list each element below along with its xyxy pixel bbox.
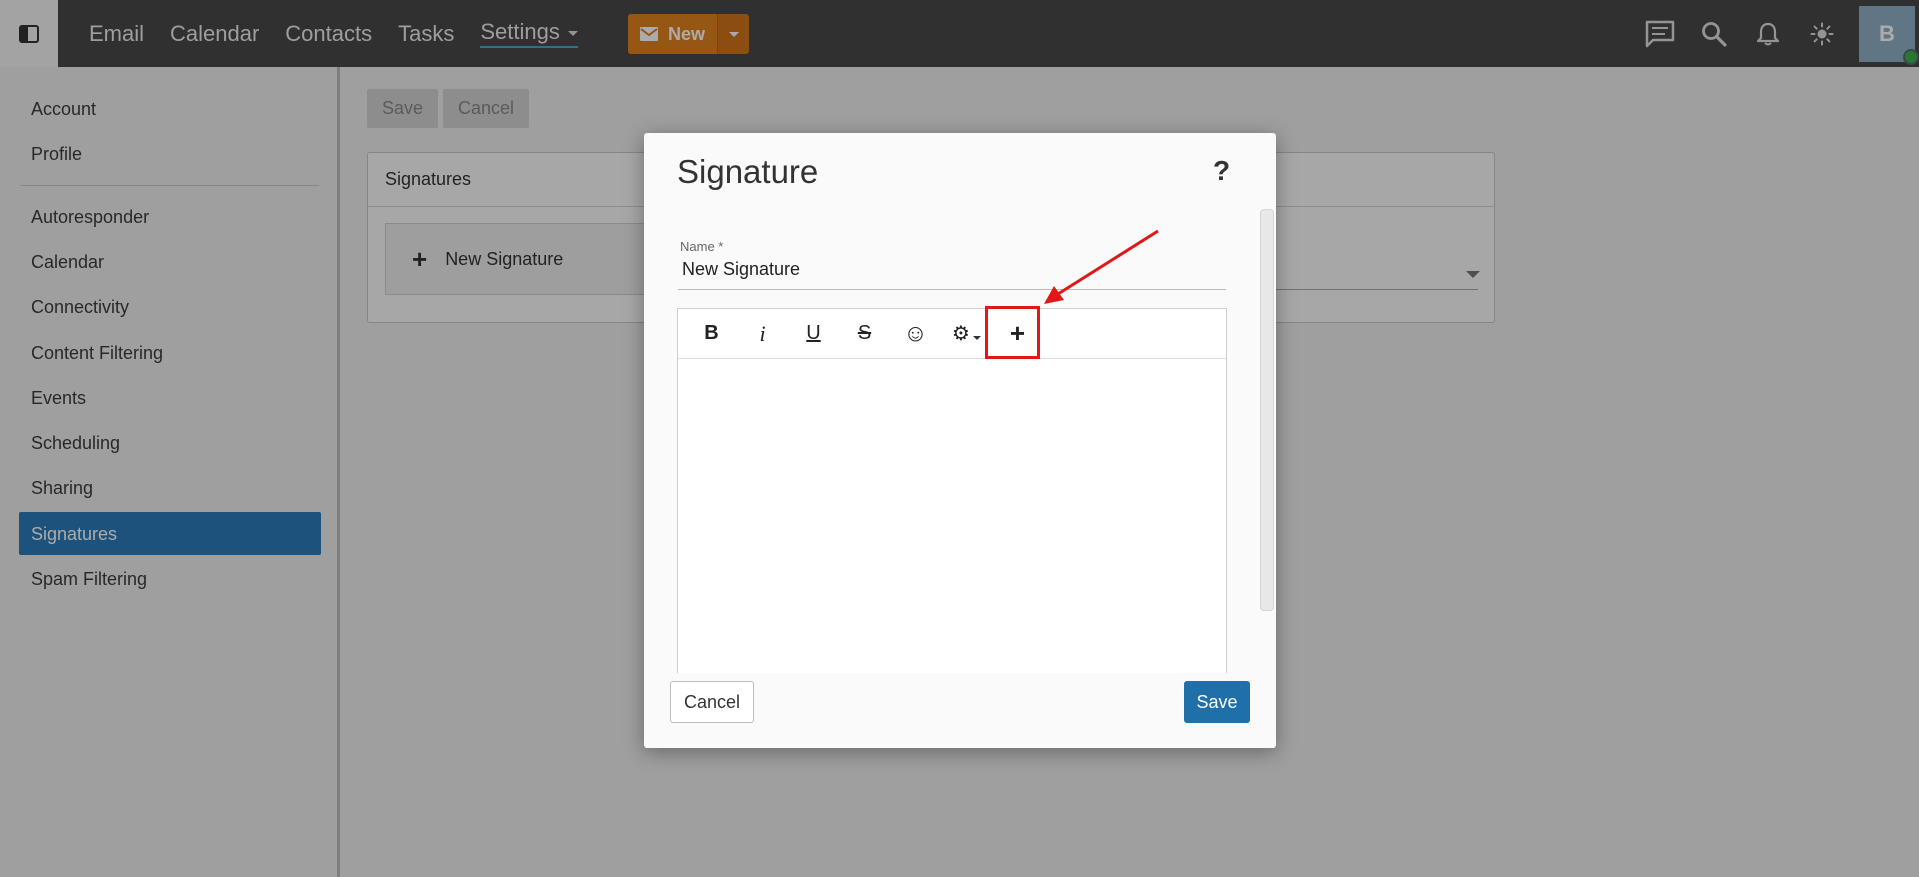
name-input[interactable]: New Signature — [682, 259, 800, 280]
dialog-cancel-button[interactable]: Cancel — [670, 681, 754, 723]
italic-button[interactable]: i — [737, 314, 788, 354]
annotation-highlight-box — [985, 306, 1040, 359]
bold-button[interactable]: B — [686, 314, 737, 354]
signature-editor: B i U S ☺ ⚙ + — [677, 308, 1227, 673]
strikethrough-button[interactable]: S — [839, 314, 890, 354]
dialog-scrollbar[interactable] — [1260, 209, 1274, 611]
dialog-save-button[interactable]: Save — [1184, 681, 1250, 723]
emoji-button[interactable]: ☺ — [890, 314, 941, 354]
underline-button[interactable]: U — [788, 314, 839, 354]
editor-body[interactable] — [678, 359, 1226, 673]
annotation-arrow-icon — [1044, 229, 1159, 304]
gear-icon: ⚙ — [952, 323, 970, 345]
name-field-label: Name * — [680, 239, 724, 254]
help-icon[interactable]: ? — [1213, 155, 1230, 187]
editor-toolbar: B i U S ☺ ⚙ + — [678, 309, 1226, 359]
smiley-icon: ☺ — [903, 319, 928, 347]
dialog-title: Signature — [677, 153, 819, 190]
signature-dialog: Signature ? Name * New Signature B i U S… — [644, 133, 1276, 748]
chevron-down-icon — [972, 335, 981, 340]
